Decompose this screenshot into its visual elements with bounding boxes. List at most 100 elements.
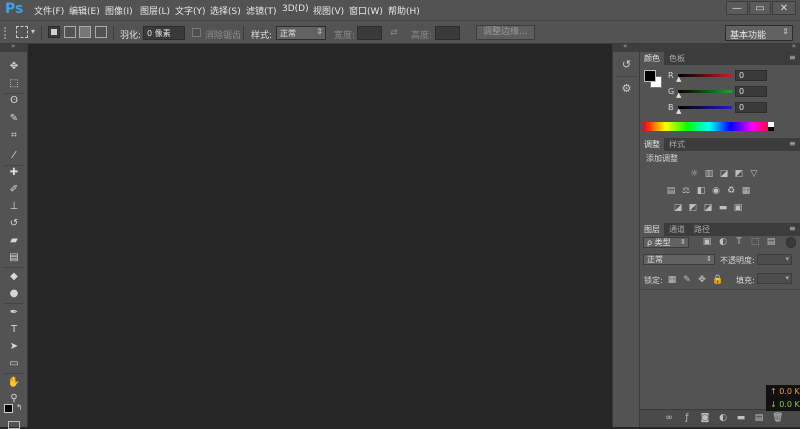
width-input[interactable]	[357, 26, 382, 40]
tab-adjustments[interactable]: 调整	[640, 138, 664, 151]
expand-icon[interactable]: «	[623, 42, 627, 50]
delete-layer-icon[interactable]: 🗑	[772, 414, 783, 423]
lock-position-icon[interactable]: ✥	[697, 276, 707, 285]
workspace-select[interactable]: 基本功能 ⇕	[725, 25, 793, 41]
feather-input[interactable]: 0 像素	[143, 26, 185, 40]
hand-tool[interactable]: ✋	[7, 376, 21, 390]
channel-mixer-icon[interactable]: ♻	[726, 187, 736, 196]
menu-3d[interactable]: 3D(D)	[282, 4, 309, 14]
black-white-icon[interactable]: ◧	[696, 187, 706, 196]
style-select[interactable]: 正常 ⇕	[276, 26, 326, 40]
brush-tool[interactable]: ✐	[7, 183, 21, 197]
add-selection-icon[interactable]	[64, 26, 76, 38]
color-foreground-swatch[interactable]	[644, 70, 656, 82]
move-tool[interactable]: ✥	[7, 60, 21, 74]
lock-all-icon[interactable]: 🔒	[712, 276, 723, 285]
blur-tool[interactable]: ◆	[7, 270, 21, 284]
antialias-checkbox[interactable]	[192, 28, 201, 37]
blue-slider[interactable]	[678, 106, 732, 109]
new-adjustment-icon[interactable]: ◐	[718, 414, 728, 423]
lock-transparent-icon[interactable]: ▦	[667, 276, 677, 285]
add-mask-icon[interactable]: ◙	[700, 414, 710, 423]
vibrance-icon[interactable]: ▽	[749, 170, 759, 179]
panel-menu-icon[interactable]: ≡	[789, 225, 798, 233]
levels-icon[interactable]: ▥	[704, 170, 714, 179]
tab-styles[interactable]: 样式	[665, 138, 689, 151]
lock-pixels-icon[interactable]: ✎	[682, 276, 692, 285]
intersect-selection-icon[interactable]	[95, 26, 107, 38]
new-group-icon[interactable]: ▬	[736, 414, 746, 423]
zoom-tool[interactable]: ⚲	[7, 392, 21, 406]
menu-help[interactable]: 帮助(H)	[388, 4, 420, 17]
new-layer-icon[interactable]: ▤	[754, 414, 764, 423]
history-panel-icon[interactable]: ↺	[620, 58, 633, 71]
gradient-map-icon[interactable]: ▬	[718, 204, 728, 213]
spectrum-black-patch[interactable]	[768, 127, 774, 131]
subtract-selection-icon[interactable]	[79, 26, 91, 38]
red-slider[interactable]	[678, 74, 732, 77]
fill-input[interactable]: ▾	[757, 273, 792, 284]
refine-edge-button[interactable]: 调整边缘...	[476, 25, 535, 40]
swap-dimensions-icon[interactable]: ⇄	[390, 28, 398, 38]
red-value-input[interactable]: 0	[735, 70, 767, 81]
menu-file[interactable]: 文件(F)	[34, 4, 64, 17]
posterize-icon[interactable]: ◩	[688, 204, 698, 213]
dodge-tool[interactable]: ●	[7, 287, 21, 301]
close-button[interactable]: ✕	[772, 1, 796, 15]
opacity-input[interactable]: ▾	[757, 254, 792, 265]
path-select-tool[interactable]: ➤	[7, 340, 21, 354]
quick-mask-icon[interactable]	[8, 421, 20, 429]
crop-tool[interactable]: ⌗	[7, 129, 21, 143]
lasso-tool[interactable]: ʘ	[7, 94, 21, 108]
blue-value-input[interactable]: 0	[735, 102, 767, 113]
minimize-button[interactable]: —	[726, 1, 748, 15]
tab-paths[interactable]: 路径	[690, 223, 714, 236]
curves-icon[interactable]: ◪	[719, 170, 729, 179]
panel-menu-icon[interactable]: ≡	[789, 140, 798, 148]
layer-style-icon[interactable]: ƒ	[682, 414, 692, 423]
invert-icon[interactable]: ◪	[673, 204, 683, 213]
menu-view[interactable]: 视图(V)	[313, 4, 344, 17]
properties-panel-icon[interactable]: ⚙	[620, 82, 633, 95]
history-brush-tool[interactable]: ↺	[7, 217, 21, 231]
hue-saturation-icon[interactable]: ▤	[666, 187, 676, 196]
type-tool[interactable]: T	[7, 323, 21, 337]
link-layers-icon[interactable]: ∞	[664, 414, 674, 423]
photo-filter-icon[interactable]: ◉	[711, 187, 721, 196]
healing-brush-tool[interactable]: ✚	[7, 166, 21, 180]
restore-button[interactable]: ▭	[749, 1, 771, 15]
threshold-icon[interactable]: ◪	[703, 204, 713, 213]
filter-toggle-icon[interactable]	[786, 237, 796, 248]
green-value-input[interactable]: 0	[735, 86, 767, 97]
menu-layer[interactable]: 图层(L)	[140, 4, 170, 17]
panel-menu-icon[interactable]: ≡	[789, 54, 798, 62]
menu-image[interactable]: 图像(I)	[105, 4, 133, 17]
layer-filter-select[interactable]: ρ 类型 ⇕	[643, 237, 689, 248]
menu-filter[interactable]: 滤镜(T)	[246, 4, 277, 17]
tab-color[interactable]: 颜色	[640, 52, 664, 65]
menu-select[interactable]: 选择(S)	[210, 4, 241, 17]
marquee-preset-icon[interactable]	[16, 26, 28, 38]
type-layer-filter-icon[interactable]: T	[734, 238, 744, 247]
selective-color-icon[interactable]: ▣	[733, 204, 743, 213]
green-slider[interactable]	[678, 90, 732, 93]
tab-swatches[interactable]: 色板	[665, 52, 689, 65]
exposure-icon[interactable]: ◩	[734, 170, 744, 179]
red-slider-handle[interactable]: ▲	[676, 75, 681, 83]
new-selection-icon[interactable]	[48, 26, 60, 38]
menu-edit[interactable]: 编辑(E)	[69, 4, 100, 17]
menu-type[interactable]: 文字(Y)	[175, 4, 206, 17]
gradient-tool[interactable]: ▤	[7, 251, 21, 265]
color-spectrum-bar[interactable]	[644, 122, 774, 131]
green-slider-handle[interactable]: ▲	[676, 91, 681, 99]
pen-tool[interactable]: ✒	[7, 306, 21, 320]
document-canvas-area[interactable]	[28, 44, 612, 427]
height-input[interactable]	[435, 26, 460, 40]
color-balance-icon[interactable]: ⚖	[681, 187, 691, 196]
marquee-tool[interactable]: ⬚	[7, 77, 21, 91]
blue-slider-handle[interactable]: ▲	[676, 107, 681, 115]
eraser-tool[interactable]: ▰	[7, 234, 21, 248]
quick-select-tool[interactable]: ✎	[7, 112, 21, 126]
preset-dropdown-icon[interactable]: ▾	[31, 27, 35, 36]
adjustment-layer-filter-icon[interactable]: ◐	[718, 238, 728, 247]
